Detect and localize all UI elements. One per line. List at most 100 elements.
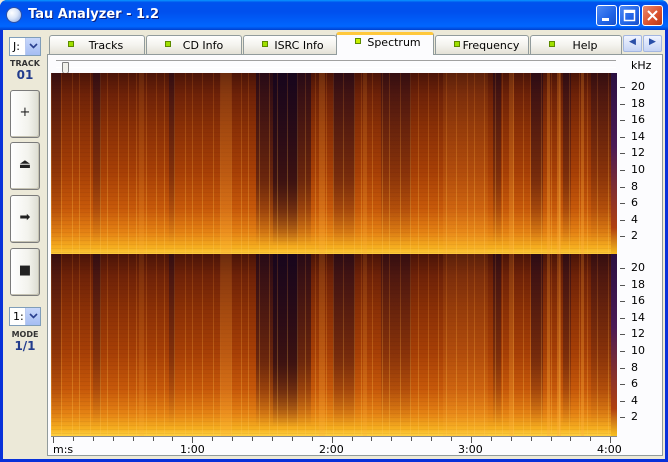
- frequency-tick-label: 12: [631, 146, 645, 160]
- minimize-button[interactable]: [596, 5, 617, 26]
- frequency-tick: [620, 284, 625, 286]
- frequency-tick-label: 20: [631, 80, 645, 93]
- time-tick: [411, 437, 413, 441]
- frequency-tick-label: 6: [631, 196, 638, 210]
- tab-strip: Tracks CD Info ISRC Info Spectrum Freque…: [47, 32, 663, 55]
- maximize-icon: [623, 9, 636, 22]
- tab-spectrum[interactable]: Spectrum: [336, 32, 434, 55]
- time-tick: [72, 437, 74, 441]
- tab-scroll-right-button[interactable]: ▶: [643, 35, 662, 52]
- time-axis: m:s 1:00 2:00 3:00 4:00: [51, 436, 622, 456]
- time-tick: [271, 437, 273, 441]
- control-panel: J: TRACK 01 + ⏏ ➡ ■ 1: MODE 1/1: [5, 34, 45, 454]
- title-bar[interactable]: Tau Analyzer - 1.2: [0, 0, 668, 30]
- frequency-tick-label: 2: [631, 229, 638, 243]
- frequency-tick-label: 6: [631, 377, 638, 391]
- drive-select[interactable]: J:: [9, 37, 41, 56]
- time-tick: [311, 437, 313, 441]
- stop-button[interactable]: ■: [10, 248, 40, 296]
- mode-select-value: 1:: [13, 310, 24, 323]
- time-tick: [371, 437, 373, 441]
- maximize-button[interactable]: [619, 5, 640, 26]
- frequency-tick: [620, 170, 625, 171]
- frequency-tick-label: 4: [631, 393, 638, 407]
- arrow-right-icon: ➡: [19, 210, 31, 225]
- eject-icon: ⏏: [18, 157, 32, 172]
- time-tick-label: 2:00: [319, 443, 344, 456]
- frequency-tick: [620, 367, 625, 369]
- spectrogram-left-channel[interactable]: [51, 73, 617, 255]
- time-tick: [291, 437, 293, 441]
- close-button[interactable]: [642, 5, 663, 26]
- frequency-tick-label: 14: [631, 129, 645, 143]
- tab-cd-info[interactable]: CD Info: [146, 35, 242, 54]
- time-tick: [391, 437, 393, 441]
- time-tick: [172, 437, 174, 441]
- add-button[interactable]: +: [10, 90, 40, 138]
- position-slider[interactable]: [56, 60, 616, 74]
- frequency-tick: [620, 317, 625, 319]
- frequency-tick: [620, 103, 625, 105]
- time-tick: [451, 437, 452, 441]
- frequency-tick-label: 8: [631, 179, 638, 193]
- time-tick: [212, 437, 214, 441]
- arrow-left-icon: ◀: [629, 37, 636, 47]
- time-tick: [92, 437, 94, 441]
- tab-scroll: ◀ ▶: [623, 35, 663, 53]
- stop-icon: ■: [18, 263, 32, 278]
- time-tick: [351, 437, 353, 441]
- tab-label: Frequency: [462, 39, 520, 52]
- chevron-down-icon[interactable]: [25, 38, 40, 55]
- eject-button[interactable]: ⏏: [10, 142, 40, 190]
- frequency-tick: [620, 417, 625, 419]
- frequency-tick: [620, 153, 625, 155]
- spectrogram-right-channel[interactable]: [51, 254, 617, 436]
- app-icon: [6, 7, 22, 23]
- frequency-tick: [620, 136, 625, 138]
- tab-label: Tracks: [88, 39, 124, 52]
- time-tick: [510, 437, 512, 441]
- time-tick: [112, 437, 114, 441]
- frequency-tick: [620, 268, 625, 269]
- tab-scroll-left-button[interactable]: ◀: [623, 35, 642, 52]
- play-button[interactable]: ➡: [10, 195, 40, 243]
- time-tick-label: 4:00: [597, 443, 622, 456]
- frequency-tick-label: 16: [631, 294, 645, 308]
- time-tick-label: 1:00: [180, 443, 205, 456]
- frequency-tick: [620, 400, 625, 402]
- tab-isrc-info[interactable]: ISRC Info: [243, 35, 337, 54]
- app-window: Tau Analyzer - 1.2 J: TRACK 01 + ⏏ ➡ ■ 1…: [0, 0, 668, 462]
- frequency-tick-label: 16: [631, 113, 645, 127]
- tab-frequency[interactable]: Frequency: [435, 35, 529, 54]
- time-tick-label: 3:00: [458, 443, 483, 456]
- frequency-tick: [620, 334, 625, 336]
- frequency-tick: [620, 186, 625, 188]
- arrow-right-icon: ▶: [649, 37, 656, 47]
- frequency-tick-label: 4: [631, 212, 638, 226]
- frequency-tick-label: 10: [631, 344, 645, 357]
- time-tick: [550, 437, 552, 441]
- frequency-tick: [620, 219, 625, 221]
- tab-tracks[interactable]: Tracks: [49, 35, 145, 54]
- spectrum-panel: kHz 20 18 16 14 12 10 8 6 4 2 20 18 16 14 12 10 8 6 4 2 m:…: [47, 54, 663, 456]
- time-axis-label: m:s: [53, 443, 74, 456]
- time-tick: [590, 437, 592, 441]
- minimize-icon: [602, 18, 609, 21]
- time-tick: [132, 437, 134, 441]
- tab-label: CD Info: [182, 39, 224, 52]
- close-icon: [647, 10, 658, 21]
- tab-help[interactable]: Help: [530, 35, 622, 54]
- tab-label: Spectrum: [367, 36, 421, 49]
- tab-label: ISRC Info: [274, 39, 324, 52]
- frequency-tick-label: 2: [631, 410, 638, 424]
- frequency-tick: [620, 87, 625, 88]
- mode-select[interactable]: 1:: [9, 307, 41, 326]
- chevron-down-icon[interactable]: [25, 308, 40, 325]
- frequency-tick-label: 18: [631, 277, 645, 291]
- mode-value: 1/1: [14, 339, 36, 353]
- frequency-tick-label: 18: [631, 96, 645, 110]
- track-label: TRACK: [10, 59, 40, 68]
- time-tick: [232, 437, 234, 441]
- frequency-axis-bottom: 20 18 16 14 12 10 8 6 4 2: [620, 254, 660, 436]
- time-tick: [152, 437, 154, 441]
